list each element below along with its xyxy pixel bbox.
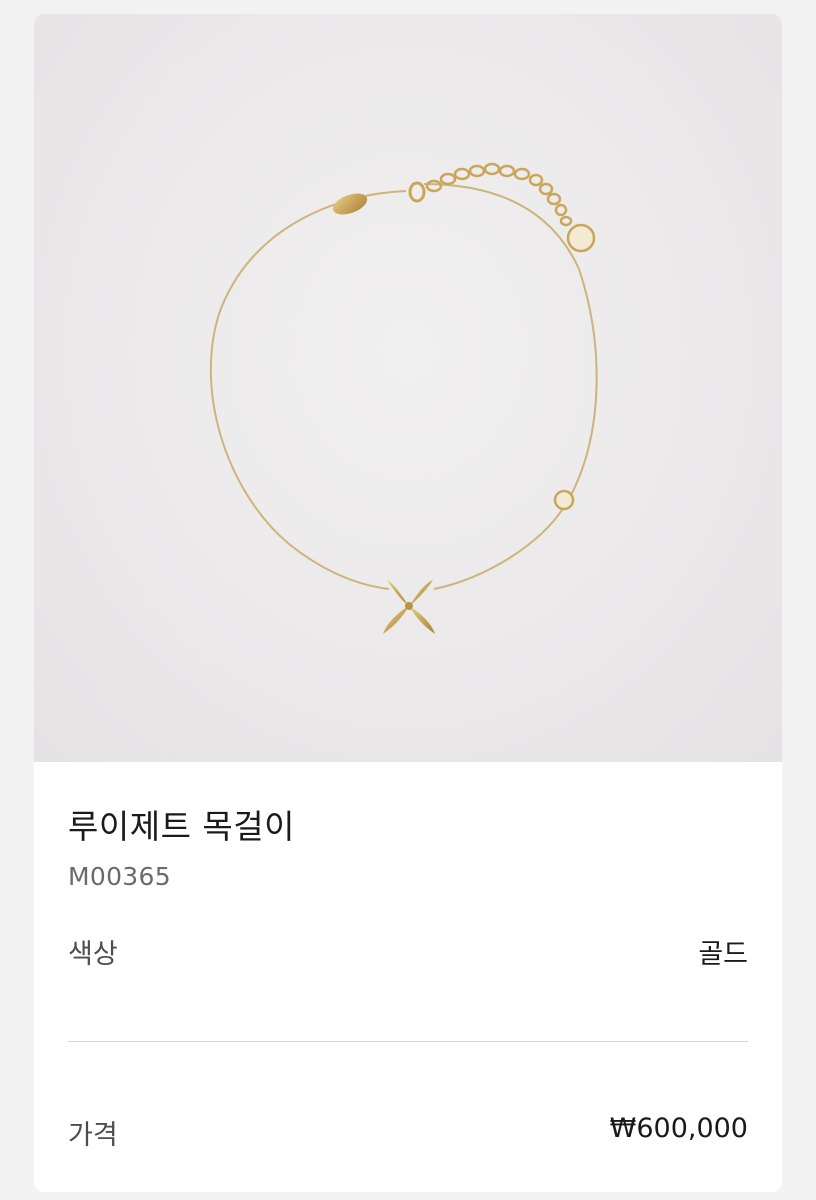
necklace-icon <box>209 162 598 634</box>
color-row: 색상 골드 <box>68 932 748 972</box>
product-sku: M00365 <box>68 862 171 891</box>
divider <box>68 1041 748 1042</box>
product-info: 루이제트 목걸이 M00365 색상 골드 가격 ₩600,000 <box>34 762 782 1192</box>
product-title: 루이제트 목걸이 <box>68 807 296 846</box>
product-image[interactable] <box>34 14 782 762</box>
price-value: ₩600,000 <box>609 1113 748 1144</box>
price-row: 가격 ₩600,000 <box>68 1113 748 1153</box>
color-value: 골드 <box>698 939 748 970</box>
color-label: 색상 <box>68 939 118 970</box>
product-card[interactable]: 루이제트 목걸이 M00365 색상 골드 가격 ₩600,000 <box>34 14 782 1192</box>
price-label: 가격 <box>68 1120 118 1151</box>
